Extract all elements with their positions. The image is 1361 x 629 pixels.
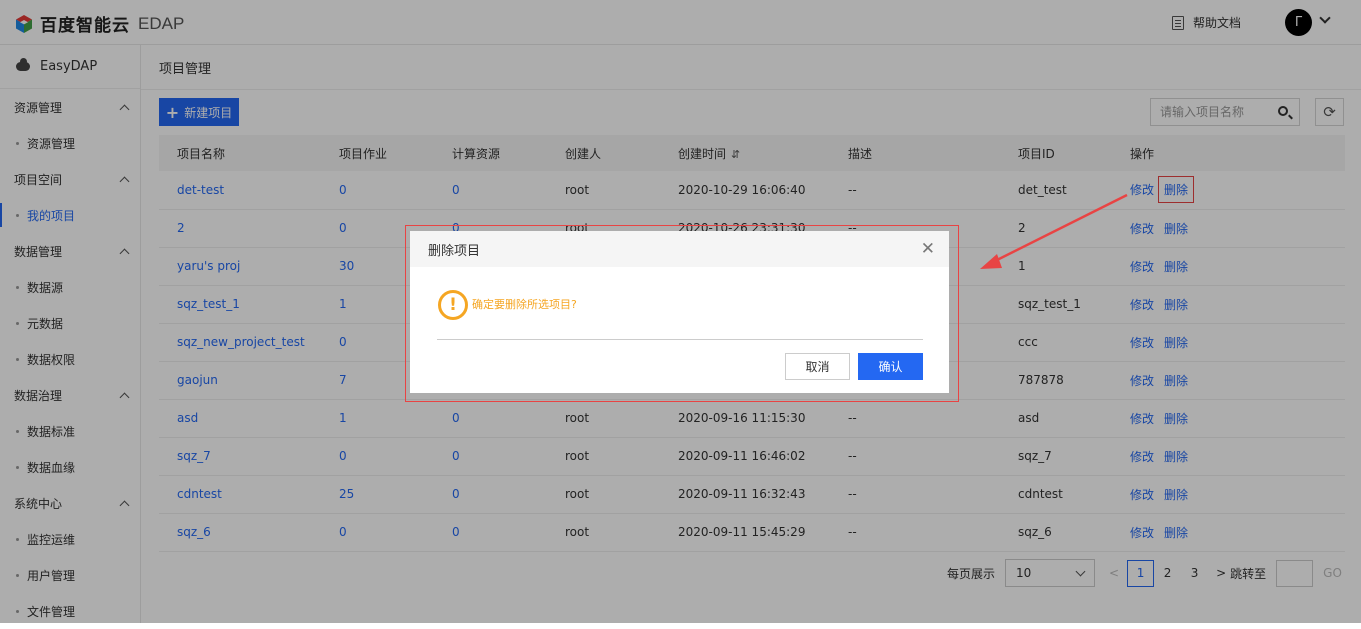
dialog-message: 确定要删除所选项目? — [472, 298, 577, 311]
warning-icon: ! — [438, 290, 468, 320]
dialog-header: 删除项目 ✕ — [410, 231, 949, 267]
delete-project-dialog: 删除项目 ✕ ! 确定要删除所选项目? 取消 确认 — [410, 231, 949, 393]
dialog-title: 删除项目 — [428, 243, 481, 259]
divider — [437, 339, 923, 340]
close-icon[interactable]: ✕ — [921, 239, 935, 259]
annotation-arrow-icon — [980, 193, 1128, 269]
cancel-button[interactable]: 取消 — [785, 353, 850, 380]
confirm-button[interactable]: 确认 — [858, 353, 923, 380]
